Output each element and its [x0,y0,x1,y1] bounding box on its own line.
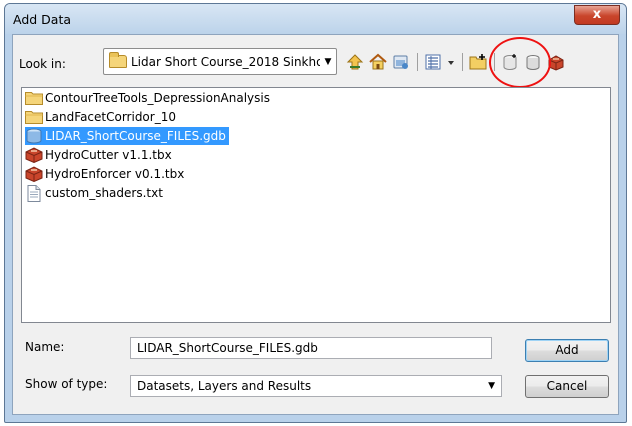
list-item[interactable]: custom_shaders.txt [25,184,166,202]
list-view-icon[interactable] [423,52,443,72]
toolbar-separator [462,53,463,71]
list-item[interactable]: HydroEnforcer v0.1.tbx [25,165,187,183]
list-item-label: LIDAR_ShortCourse_FILES.gdb [45,129,226,143]
look-in-value: Lidar Short Course_2018 Sinkho [131,54,320,69]
toolbar-separator [417,53,418,71]
view-options-dropdown-icon[interactable] [446,52,456,72]
toolbox-icon [25,147,43,163]
close-button[interactable]: x [574,5,620,25]
dialog-body: Look in: Lidar Short Course_2018 Sinkho … [12,34,619,415]
add-button[interactable]: Add [525,339,609,362]
file-list[interactable]: ContourTreeTools_DepressionAnalysis Land… [21,87,611,323]
up-one-level-icon[interactable] [345,52,365,72]
title-bar[interactable]: Add Data x [5,4,626,34]
chevron-down-icon[interactable]: ▼ [488,381,495,391]
name-field[interactable]: LIDAR_ShortCourse_FILES.gdb [130,337,492,359]
list-item-label: HydroCutter v1.1.tbx [45,148,172,162]
geodatabase-icon [25,128,43,144]
show-of-type-dropdown[interactable]: Datasets, Layers and Results ▼ [130,375,502,397]
home-icon[interactable] [368,52,388,72]
list-item[interactable]: LandFacetCorridor_10 [25,108,179,126]
name-label: Name: [25,340,65,354]
list-item[interactable]: LIDAR_ShortCourse_FILES.gdb [25,127,229,145]
text-file-icon [25,184,43,202]
list-item[interactable]: ContourTreeTools_DepressionAnalysis [25,89,273,107]
list-item-label: LandFacetCorridor_10 [45,110,176,124]
folder-icon [109,52,127,68]
chevron-down-icon[interactable]: ▼ [320,49,336,74]
add-data-dialog: Add Data x Look in: Lidar Short Course_2… [4,3,627,423]
folder-icon [25,109,43,125]
toolbox-icon [25,166,43,182]
folder-icon [25,90,43,106]
look-in-label: Look in: [19,57,66,71]
list-item-label: HydroEnforcer v0.1.tbx [45,167,185,181]
connect-folder-icon[interactable] [391,52,411,72]
show-of-type-value: Datasets, Layers and Results [137,379,312,393]
show-of-type-label: Show of type: [25,377,108,391]
list-item-label: custom_shaders.txt [45,186,163,200]
list-item-label: ContourTreeTools_DepressionAnalysis [45,91,270,105]
window-title: Add Data [13,12,72,27]
look-in-dropdown[interactable]: Lidar Short Course_2018 Sinkho ▼ [103,48,337,75]
new-folder-icon[interactable] [468,52,488,72]
annotation-circle [489,37,551,88]
list-item[interactable]: HydroCutter v1.1.tbx [25,146,175,164]
cancel-button[interactable]: Cancel [525,375,609,398]
